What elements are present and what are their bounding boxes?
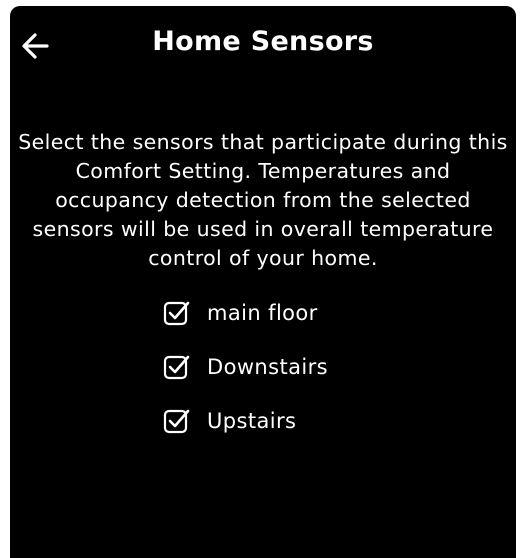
sensor-item-upstairs[interactable]: Upstairs bbox=[163, 406, 328, 436]
sensor-list: main floor Downstairs Upstairs bbox=[163, 298, 328, 460]
checkbox-checked-icon[interactable] bbox=[163, 407, 191, 435]
page-title: Home Sensors bbox=[152, 26, 374, 57]
sensor-item-downstairs[interactable]: Downstairs bbox=[163, 352, 328, 382]
sensor-label: Downstairs bbox=[207, 355, 328, 379]
sensor-label: main floor bbox=[207, 301, 318, 325]
description-text: Select the sensors that participate duri… bbox=[18, 130, 508, 270]
checkbox-checked-icon[interactable] bbox=[163, 353, 191, 381]
sensor-label: Upstairs bbox=[207, 409, 297, 433]
screen: Home Sensors Select the sensors that par… bbox=[10, 6, 516, 558]
checkbox-checked-icon[interactable] bbox=[163, 299, 191, 327]
sensor-item-main-floor[interactable]: main floor bbox=[163, 298, 328, 328]
